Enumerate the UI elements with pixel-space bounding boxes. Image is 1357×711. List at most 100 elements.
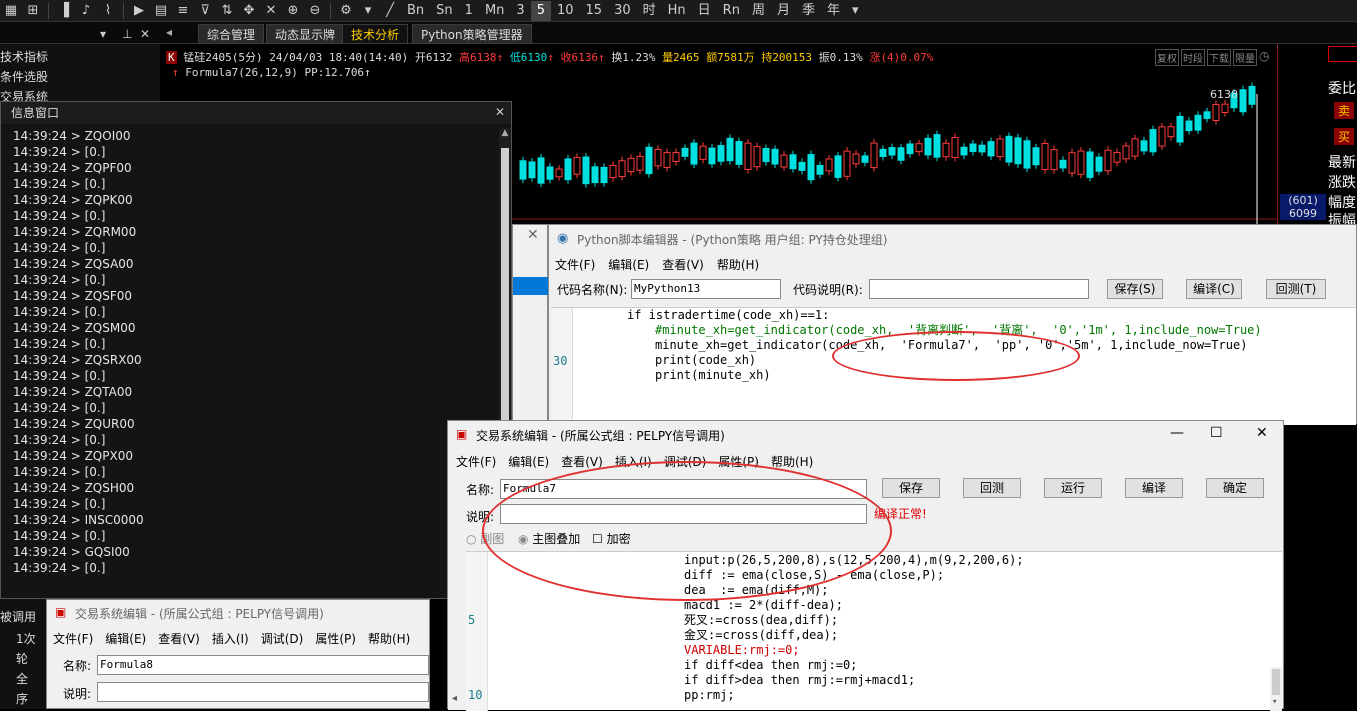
- stack-icon[interactable]: ≡: [172, 1, 194, 21]
- close-icon[interactable]: ✕: [140, 27, 150, 41]
- save-button[interactable]: 保存(S): [1107, 279, 1163, 299]
- backtest-button[interactable]: 回测(T): [1266, 279, 1326, 299]
- sidebar-item-4[interactable]: 序: [16, 690, 28, 708]
- menu-debug[interactable]: 调试(D): [261, 630, 304, 647]
- code-desc-input[interactable]: [869, 279, 1089, 299]
- period-11[interactable]: 日: [692, 1, 717, 21]
- period-6[interactable]: 10: [551, 1, 580, 21]
- tab-scroll-left-icon[interactable]: ◂: [166, 25, 172, 39]
- scrollbar[interactable]: ▾: [1270, 667, 1282, 711]
- name-input[interactable]: Formula8: [97, 655, 429, 675]
- chart-icon[interactable]: ⌇: [97, 1, 119, 21]
- period-4[interactable]: 3: [510, 1, 530, 21]
- limit-button[interactable]: 限量: [1233, 49, 1257, 66]
- move-icon[interactable]: ✥: [238, 1, 260, 21]
- backtest-button[interactable]: 回测: [963, 478, 1021, 498]
- log-line: 14:39:24 > ZQSM00: [13, 321, 136, 335]
- candle-body: [870, 142, 878, 169]
- code-line: if if istradertime(code_xh)==1:: [627, 308, 830, 323]
- dropdown-icon[interactable]: ▾: [100, 27, 106, 41]
- chevron-down-icon[interactable]: ▾: [846, 1, 865, 21]
- menu-file[interactable]: 文件(F): [53, 630, 93, 647]
- crosshair-icon[interactable]: ✕: [260, 1, 282, 21]
- fuquan-button[interactable]: 复权: [1155, 49, 1179, 66]
- period-14[interactable]: 月: [771, 1, 796, 21]
- candle-body: [1122, 145, 1130, 160]
- menu-help[interactable]: 帮助(H): [717, 256, 759, 273]
- left-scrollbar[interactable]: ◂: [448, 551, 466, 710]
- log-line: 14:39:24 > ZQPX00: [13, 449, 133, 463]
- tab-python-strategy-manager[interactable]: Python策略管理器: [412, 24, 532, 44]
- zoom-out-icon[interactable]: ⊖: [304, 1, 326, 21]
- line-tool-icon[interactable]: ╱: [379, 1, 401, 21]
- desc-input[interactable]: [97, 682, 429, 702]
- code-name-input[interactable]: MyPython13: [631, 279, 781, 299]
- tab-technical-analysis[interactable]: 技术分析: [342, 24, 409, 44]
- code-name-label: 代码名称(N):: [557, 283, 628, 297]
- menu-view[interactable]: 查看(V): [158, 630, 200, 647]
- close-icon[interactable]: ✕: [1256, 425, 1268, 441]
- info-window: 信息窗口 ✕ 14:39:24 > ZQOI00 14:39:24 > [0.] 1…: [0, 101, 512, 599]
- compile-button[interactable]: 编译: [1125, 478, 1183, 498]
- period-3[interactable]: Mn: [479, 1, 510, 21]
- menu-file[interactable]: 文件(F): [555, 256, 595, 273]
- period-7[interactable]: 15: [580, 1, 609, 21]
- sidebar-item-3[interactable]: 全: [16, 670, 28, 688]
- close-icon[interactable]: ✕: [495, 105, 505, 119]
- sidebar-item-stock-screen[interactable]: 条件选股: [0, 68, 48, 86]
- sidebar-item-2[interactable]: 轮: [16, 650, 28, 668]
- pin-icon[interactable]: ⊥: [122, 27, 132, 41]
- tab-overview[interactable]: 综合管理: [198, 24, 265, 44]
- period-9[interactable]: 时: [637, 1, 662, 21]
- period-13[interactable]: 周: [746, 1, 771, 21]
- ok-button[interactable]: 确定: [1206, 478, 1264, 498]
- menu-property[interactable]: 属性(P): [315, 630, 356, 647]
- menu-edit[interactable]: 编辑(E): [105, 630, 146, 647]
- period-button[interactable]: 时段: [1181, 49, 1205, 66]
- bell-icon[interactable]: ♪: [75, 1, 97, 21]
- download-button[interactable]: 下载: [1207, 49, 1231, 66]
- layout-icon[interactable]: ⊞: [22, 1, 44, 21]
- maximize-icon[interactable]: ☐: [1210, 425, 1223, 441]
- chevron-down-icon[interactable]: ▾: [357, 1, 379, 21]
- python-editor-window: ◉ Python脚本编辑器 - (Python策略 用户组: PY持仓处理组) …: [548, 224, 1357, 426]
- turnover-value: 换1.23%: [611, 51, 656, 64]
- hold-value: 持200153: [761, 51, 813, 64]
- run-button[interactable]: 运行: [1044, 478, 1102, 498]
- period-8[interactable]: 30: [608, 1, 637, 21]
- bar-chart-icon[interactable]: ▐: [53, 1, 75, 21]
- clock-icon[interactable]: ◷: [1259, 49, 1269, 66]
- menu-edit[interactable]: 编辑(E): [508, 453, 549, 470]
- period-12[interactable]: Rn: [717, 1, 746, 21]
- period-0[interactable]: Bn: [401, 1, 430, 21]
- period-5[interactable]: 5: [530, 0, 551, 21]
- play-icon[interactable]: ▶: [128, 1, 150, 21]
- grid-icon[interactable]: ▦: [0, 1, 22, 21]
- sidebar-item-indicators[interactable]: 技术指标: [0, 48, 48, 66]
- menu-help[interactable]: 帮助(H): [368, 630, 410, 647]
- formula-info-line: ↑ Formula7(26,12,9) PP:12.706↑: [172, 66, 371, 79]
- zoom-in-icon[interactable]: ⊕: [282, 1, 304, 21]
- period-16[interactable]: 年: [821, 1, 846, 21]
- period-10[interactable]: Hn: [662, 1, 692, 21]
- menu-file[interactable]: 文件(F): [456, 453, 496, 470]
- compile-button[interactable]: 编译(C): [1186, 279, 1242, 299]
- sidebar-item-1[interactable]: 1次: [16, 630, 36, 648]
- period-1[interactable]: Sn: [430, 1, 459, 21]
- minimize-icon[interactable]: —: [1170, 425, 1184, 441]
- document-icon[interactable]: ▤: [150, 1, 172, 21]
- save-button[interactable]: 保存: [882, 478, 940, 498]
- period-15[interactable]: 季: [796, 1, 821, 21]
- period-2[interactable]: 1: [459, 1, 479, 21]
- log-line: 14:39:24 > [0.]: [13, 401, 106, 415]
- settings-icon[interactable]: ⚙: [335, 1, 357, 21]
- menu-view[interactable]: 查看(V): [662, 256, 704, 273]
- close-icon[interactable]: ✕: [527, 227, 539, 243]
- menu-edit[interactable]: 编辑(E): [608, 256, 649, 273]
- right-quote-panel: 委比 卖 买 最新 涨跌 幅度 振幅 (601) 6099: [1277, 44, 1357, 229]
- sidebar-item-called[interactable]: 被调用: [0, 608, 36, 626]
- filter-icon[interactable]: ⊽: [194, 1, 216, 21]
- menu-insert[interactable]: 插入(I): [212, 630, 249, 647]
- sort-icon[interactable]: ⇅: [216, 1, 238, 21]
- tab-dynamic-board[interactable]: 动态显示牌: [266, 24, 345, 44]
